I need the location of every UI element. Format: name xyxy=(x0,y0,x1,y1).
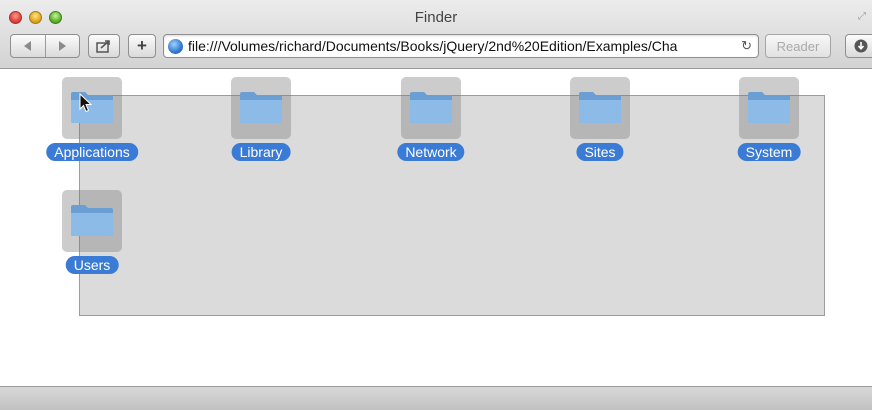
add-bookmark-button[interactable]: + xyxy=(128,34,156,58)
folder-tile xyxy=(401,77,461,139)
folder-item-library[interactable]: Library xyxy=(206,69,316,169)
page-content: Applications Library Network Sites Syste… xyxy=(0,69,872,386)
folder-item-sites[interactable]: Sites xyxy=(545,69,655,169)
address-bar[interactable]: file:///Volumes/richard/Documents/Books/… xyxy=(163,34,759,58)
folder-item-users[interactable]: Users xyxy=(37,182,147,282)
folder-icon xyxy=(410,92,452,123)
back-button[interactable] xyxy=(11,35,45,57)
folder-label: Applications xyxy=(46,143,138,161)
folder-item-applications[interactable]: Applications xyxy=(37,69,147,169)
folder-tile xyxy=(739,77,799,139)
downloads-button[interactable] xyxy=(845,34,872,58)
share-icon xyxy=(96,40,110,53)
download-icon xyxy=(854,39,868,53)
folder-icon xyxy=(579,92,621,123)
folder-icon xyxy=(71,205,113,236)
folder-item-network[interactable]: Network xyxy=(376,69,486,169)
status-bar xyxy=(0,386,872,410)
folder-label: Network xyxy=(397,143,465,161)
folder-tile xyxy=(62,190,122,252)
folder-icon xyxy=(748,92,790,123)
forward-button[interactable] xyxy=(45,35,79,57)
window-title: Finder xyxy=(414,9,458,26)
url-text[interactable]: file:///Volumes/richard/Documents/Books/… xyxy=(188,38,736,54)
folder-tile xyxy=(231,77,291,139)
mouse-cursor-icon xyxy=(79,93,93,113)
folder-icon xyxy=(240,92,282,123)
fullscreen-icon[interactable]: ⤢ xyxy=(858,12,868,22)
window-titlebar: Finder ⤢ + file:///Volumes/richard/Docum… xyxy=(0,0,872,69)
folder-label: Library xyxy=(231,143,291,161)
back-forward-group xyxy=(10,34,80,58)
globe-icon xyxy=(168,39,183,54)
back-arrow-icon xyxy=(23,41,31,51)
folder-tile xyxy=(570,77,630,139)
folder-label: System xyxy=(737,143,801,161)
folder-item-system[interactable]: System xyxy=(714,69,824,169)
folder-label: Users xyxy=(65,256,119,274)
reload-icon[interactable]: ↻ xyxy=(741,38,752,54)
folder-label: Sites xyxy=(576,143,624,161)
reader-button[interactable]: Reader xyxy=(765,34,831,58)
forward-arrow-icon xyxy=(59,41,67,51)
share-button[interactable] xyxy=(88,34,120,58)
